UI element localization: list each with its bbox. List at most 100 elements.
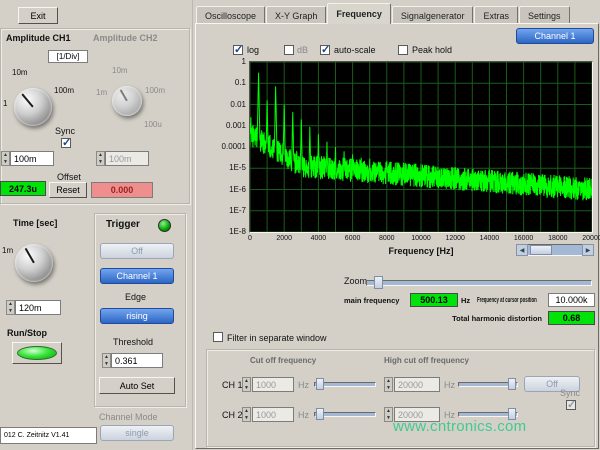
channel-selector-dropdown[interactable]: Channel 1 — [516, 28, 594, 44]
run-stop-label: Run/Stop — [7, 328, 47, 338]
ch2-amplitude-field[interactable]: 100m — [105, 151, 149, 166]
db-checkbox[interactable] — [284, 45, 294, 55]
log-checkbox[interactable] — [233, 45, 243, 55]
tab-settings[interactable]: Settings — [519, 6, 570, 24]
trigger-source-dropdown[interactable]: Channel 1 — [100, 268, 174, 284]
y-tick-label: 1E-6 — [204, 185, 246, 194]
y-tick-label: 0.001 — [204, 121, 246, 130]
channel-mode-dropdown[interactable]: single — [100, 425, 174, 441]
thd-value: 0.68 — [548, 311, 595, 325]
filter-separate-window-label: Filter in separate window — [227, 333, 327, 343]
x-tick-label: 12000 — [445, 235, 464, 242]
ch1-amplitude-field[interactable]: 100m — [10, 151, 54, 166]
scrollbar-thumb[interactable] — [530, 245, 552, 255]
x-tick-label: 6000 — [345, 235, 361, 242]
ch2-tick-1m: 1m — [96, 88, 107, 97]
spectrum-trace — [250, 62, 592, 232]
tab-extras[interactable]: Extras — [474, 6, 518, 24]
y-tick-label: 0.01 — [204, 100, 246, 109]
zoom-label: Zoom — [344, 276, 367, 286]
spectrum-plot[interactable] — [249, 61, 593, 233]
offset-label: Offset — [57, 172, 81, 182]
y-tick-label: 1E-7 — [204, 206, 246, 215]
filter-separate-window-checkbox[interactable] — [213, 332, 223, 342]
ch2-value-spinner-arrows[interactable]: ▲▼ — [96, 151, 105, 166]
x-tick-label: 20000 — [582, 235, 600, 242]
ch2-tick-100m: 100m — [145, 86, 165, 95]
ch2-low-slider-thumb[interactable] — [316, 408, 324, 420]
exit-button[interactable]: Exit — [18, 7, 58, 24]
y-tick-label: 1E-5 — [204, 163, 246, 172]
channel-mode-label: Channel Mode — [99, 412, 158, 422]
amplitude-ch1-knob[interactable] — [14, 88, 52, 126]
threshold-label: Threshold — [113, 337, 153, 347]
x-axis-title: Frequency [Hz] — [371, 246, 471, 256]
ch2-low-cutoff-field[interactable]: 1000 — [252, 407, 294, 422]
zoom-slider-track[interactable] — [366, 280, 592, 286]
ch1-low-slider-thumb[interactable] — [316, 378, 324, 390]
scroll-left-arrow[interactable]: ◀ — [516, 244, 528, 256]
filter-sync-label: Sync — [560, 388, 580, 398]
ch2-low-unit: Hz — [298, 410, 309, 420]
run-stop-led[interactable] — [17, 346, 57, 360]
amplitude-ch2-knob[interactable] — [112, 86, 142, 116]
ch1-tick-100m: 100m — [54, 86, 74, 95]
tab-frequency[interactable]: Frequency — [327, 3, 391, 24]
tab-label: X-Y Graph — [275, 11, 317, 21]
ch1-high-spinner-arrows[interactable]: ▲▼ — [384, 377, 393, 392]
amplitude-ch2-title: Amplitude CH2 — [93, 33, 158, 43]
amplitude-sync-checkbox[interactable] — [61, 138, 71, 148]
x-tick-label: 10000 — [411, 235, 430, 242]
y-tick-label: 0.1 — [204, 78, 246, 87]
soundcard-scope-window: Exit Oscilloscope X-Y Graph Frequency Si… — [0, 0, 600, 450]
threshold-value-field[interactable]: 0.361 — [111, 353, 163, 368]
ch1-low-cutoff-field[interactable]: 1000 — [252, 377, 294, 392]
ch2-tick-100u: 100u — [144, 120, 162, 129]
filter-ch2-label: CH 2 — [222, 410, 243, 420]
amplitude-ch1-title: Amplitude CH1 — [6, 33, 71, 43]
x-tick-label: 4000 — [311, 235, 327, 242]
db-label: dB — [297, 45, 308, 55]
peak-hold-label: Peak hold — [412, 45, 452, 55]
watermark: www.cntronics.com — [393, 418, 526, 435]
peak-hold-checkbox[interactable] — [398, 45, 408, 55]
filter-sync-checkbox[interactable] — [566, 400, 576, 410]
time-tick-1m: 1m — [2, 246, 13, 255]
measured-amplitude-readout: 247.3u — [0, 181, 46, 196]
trigger-led — [158, 219, 171, 232]
auto-set-button[interactable]: Auto Set — [99, 377, 175, 394]
offset-value-field: 0.000 — [91, 182, 153, 198]
per-div-label: [1/Div] — [48, 50, 88, 63]
tab-xy-graph[interactable]: X-Y Graph — [266, 6, 326, 24]
tab-label: Settings — [528, 11, 561, 21]
ch1-high-cutoff-field[interactable]: 20000 — [394, 377, 440, 392]
ch1-high-slider-thumb[interactable] — [508, 378, 516, 390]
zoom-slider-thumb[interactable] — [374, 276, 383, 289]
auto-scale-checkbox[interactable] — [320, 45, 330, 55]
tab-oscilloscope[interactable]: Oscilloscope — [196, 6, 265, 24]
time-knob[interactable] — [15, 244, 53, 282]
scroll-right-arrow[interactable]: ▶ — [582, 244, 594, 256]
ch1-knob-needle — [21, 94, 33, 108]
tab-signalgenerator[interactable]: Signalgenerator — [392, 6, 474, 24]
trigger-edge-dropdown[interactable]: rising — [100, 308, 174, 324]
log-label: log — [247, 45, 259, 55]
trigger-mode-dropdown[interactable]: Off — [100, 243, 174, 259]
threshold-spinner-arrows[interactable]: ▲▼ — [102, 353, 111, 368]
tab-label: Frequency — [336, 9, 382, 19]
ch1-low-spinner-arrows[interactable]: ▲▼ — [242, 377, 251, 392]
low-cutoff-header: Cut off frequency — [250, 356, 316, 365]
ch1-high-unit: Hz — [444, 380, 455, 390]
panel-divider — [192, 0, 193, 450]
ch2-low-spinner-arrows[interactable]: ▲▼ — [242, 407, 251, 422]
main-frequency-label: main frequency — [344, 296, 399, 305]
ch1-value-spinner-arrows[interactable]: ▲▼ — [1, 151, 10, 166]
ch2-high-spinner-arrows[interactable]: ▲▼ — [384, 407, 393, 422]
time-spinner-arrows[interactable]: ▲▼ — [6, 300, 15, 315]
y-tick-label: 0.0001 — [204, 142, 246, 151]
tab-label: Signalgenerator — [401, 11, 465, 21]
time-value-field[interactable]: 120m — [15, 300, 61, 315]
cursor-frequency-label: Frequency at cursor position — [477, 297, 537, 304]
offset-reset-button[interactable]: Reset — [49, 182, 87, 198]
ch2-tick-10m: 10m — [112, 66, 128, 75]
